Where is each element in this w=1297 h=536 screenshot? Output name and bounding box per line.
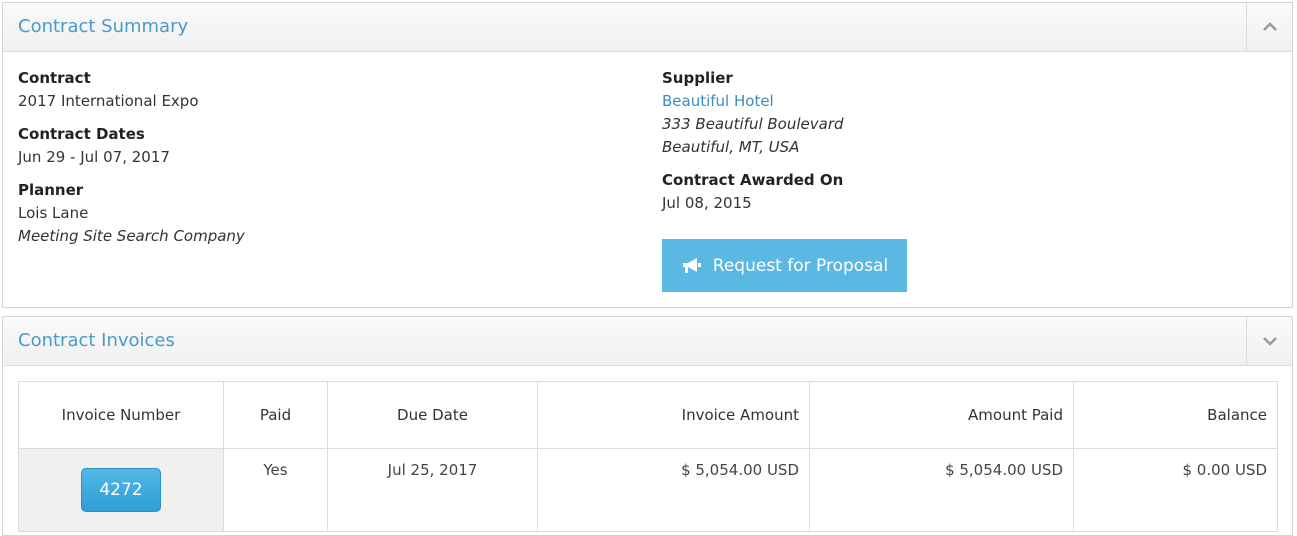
chevron-up-icon <box>1262 22 1277 31</box>
chevron-down-icon <box>1262 337 1277 346</box>
megaphone-icon <box>682 257 701 273</box>
contract-dates-label: Contract Dates <box>18 125 145 143</box>
balance-cell: $ 0.00 USD <box>1073 448 1278 532</box>
table-header-row: Invoice Number Paid Due Date Invoice Amo… <box>18 381 1278 449</box>
column-header-invoice-amount[interactable]: Invoice Amount <box>537 381 810 449</box>
paid-cell: Yes <box>223 448 328 532</box>
invoice-number-button[interactable]: 4272 <box>81 468 161 512</box>
contract-invoices-title: Contract Invoices <box>18 330 175 351</box>
column-header-paid[interactable]: Paid <box>223 381 328 449</box>
contract-invoices-panel: Contract Invoices Invoice Number Paid Du… <box>2 316 1293 536</box>
column-header-amount-paid[interactable]: Amount Paid <box>809 381 1074 449</box>
request-for-proposal-button[interactable]: Request for Proposal <box>662 239 907 292</box>
planner-label: Planner <box>18 181 84 199</box>
amount-paid-cell: $ 5,054.00 USD <box>809 448 1074 532</box>
planner-company: Meeting Site Search Company <box>18 227 245 245</box>
contract-invoices-header[interactable]: Contract Invoices <box>3 317 1292 366</box>
table-row: 4272 Yes Jul 25, 2017 $ 5,054.00 USD $ 5… <box>18 448 1278 532</box>
contract-summary-panel: Contract Summary Contract 2017 Internati… <box>2 2 1293 308</box>
supplier-label: Supplier <box>662 69 733 87</box>
request-for-proposal-label: Request for Proposal <box>712 255 889 276</box>
due-date-cell: Jul 25, 2017 <box>327 448 538 532</box>
contract-value: 2017 International Expo <box>18 92 199 110</box>
invoices-table: Invoice Number Paid Due Date Invoice Amo… <box>18 381 1278 532</box>
column-header-invoice-number[interactable]: Invoice Number <box>18 381 224 449</box>
invoice-number-cell: 4272 <box>18 448 224 532</box>
supplier-link[interactable]: Beautiful Hotel <box>662 92 774 110</box>
planner-name: Lois Lane <box>18 204 89 222</box>
column-header-balance[interactable]: Balance <box>1073 381 1278 449</box>
contract-invoices-toggle[interactable] <box>1246 317 1292 365</box>
contract-summary-toggle[interactable] <box>1246 3 1292 51</box>
contract-label: Contract <box>18 69 91 87</box>
contract-awarded-label: Contract Awarded On <box>662 171 844 189</box>
contract-summary-header[interactable]: Contract Summary <box>3 3 1292 52</box>
supplier-address-line1: 333 Beautiful Boulevard <box>662 115 844 133</box>
column-header-due-date[interactable]: Due Date <box>327 381 538 449</box>
contract-dates-value: Jun 29 - Jul 07, 2017 <box>18 148 170 166</box>
invoice-amount-cell: $ 5,054.00 USD <box>537 448 810 532</box>
contract-summary-title: Contract Summary <box>18 16 189 37</box>
contract-awarded-value: Jul 08, 2015 <box>662 194 752 212</box>
supplier-address-line2: Beautiful, MT, USA <box>662 138 800 156</box>
